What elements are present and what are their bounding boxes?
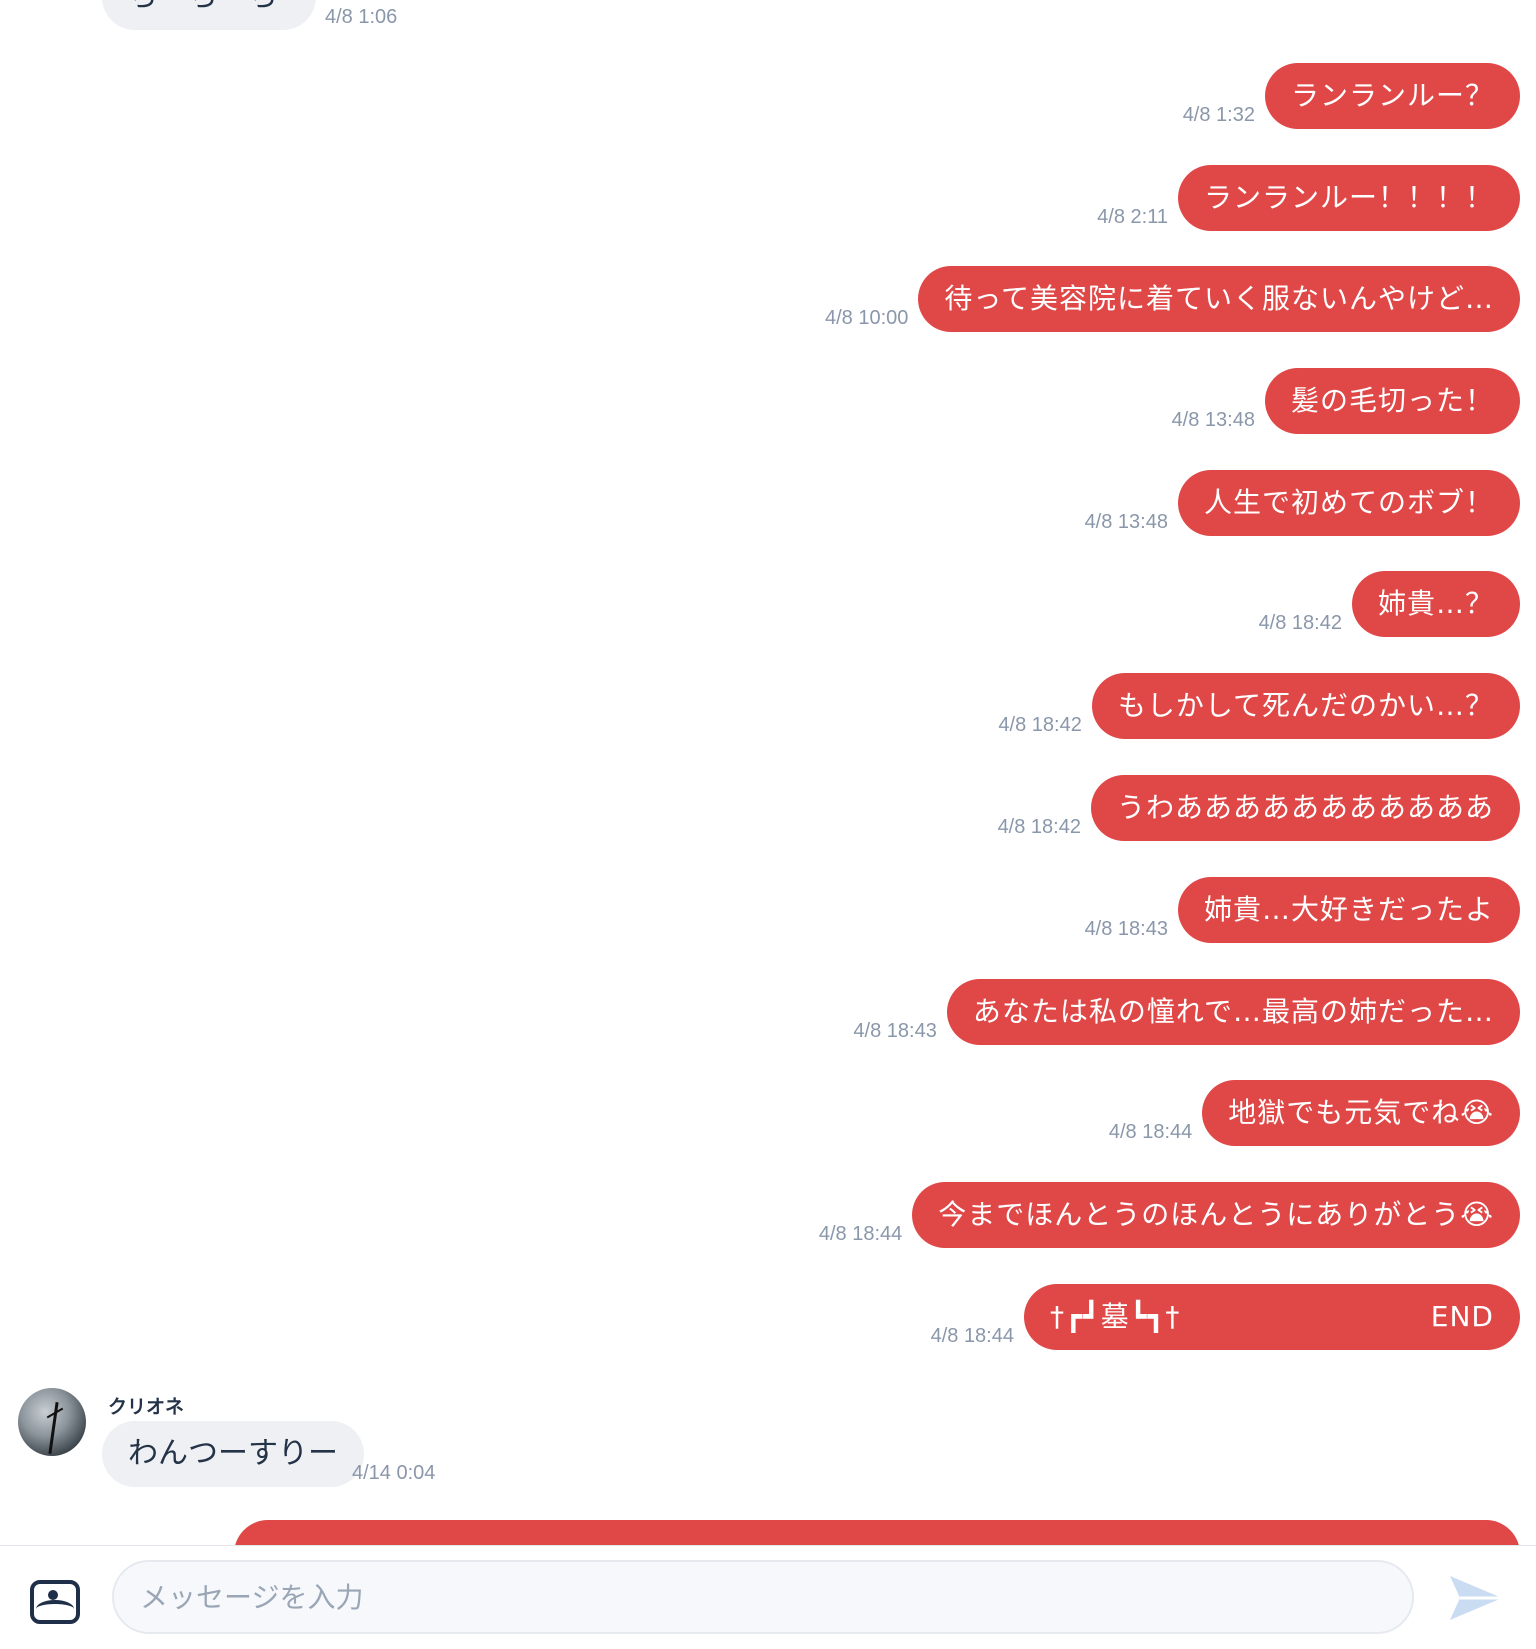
outgoing-message-bubble: 人生で初めてのボブ！ — [1177, 470, 1520, 536]
message-timestamp: 4/8 1:06 — [325, 6, 398, 28]
image-icon[interactable] — [30, 1580, 80, 1624]
outgoing-message-row: 4/8 18:42 もしかして死んだのかい…？ — [998, 673, 1520, 739]
outgoing-message-bubble-partial — [234, 1520, 1520, 1545]
message-timestamp: 4/8 18:44 — [818, 1223, 903, 1245]
message-timestamp: 4/8 13:48 — [1171, 409, 1255, 431]
image-icon-hill — [36, 1600, 74, 1618]
outgoing-message-bubble: 髪の毛切った！ — [1264, 368, 1520, 434]
message-timestamp: 4/8 10:00 — [824, 307, 909, 329]
outgoing-message-row: 4/8 18:44 今までほんとうのほんとうにありがとう😭 — [819, 1182, 1520, 1248]
incoming-message-bubble: ち〜ち〜ち — [102, 0, 316, 30]
outgoing-message-row: 4/8 2:11 ランランルー！！！！ — [1097, 165, 1520, 231]
send-icon[interactable] — [1446, 1572, 1506, 1624]
outgoing-message-bubble: あなたは私の憧れで…最高の姉だった… — [946, 979, 1520, 1045]
message-timestamp: 4/8 18:44 — [930, 1325, 1014, 1347]
message-timestamp: 4/8 18:42 — [1258, 612, 1342, 634]
message-composer — [0, 1545, 1536, 1649]
outgoing-message-row: 4/8 13:48 髪の毛切った！ — [1172, 368, 1520, 434]
message-timestamp: 4/8 18:43 — [1084, 918, 1168, 940]
outgoing-message-bubble: †┏┛墓┗┓† END — [1024, 1284, 1520, 1350]
message-end-label: END — [1430, 1300, 1494, 1333]
outgoing-message-bubble: うわあああああああああああ — [1090, 775, 1520, 841]
message-timestamp: 4/8 13:48 — [1084, 511, 1168, 533]
message-timestamp: 4/8 1:32 — [1182, 104, 1255, 126]
message-timestamp: 4/14 0:04 — [352, 1462, 436, 1484]
outgoing-message-row: 4/8 18:42 うわあああああああああああ — [998, 775, 1520, 841]
outgoing-message-row: 4/8 18:43 あなたは私の憧れで…最高の姉だった… — [853, 979, 1520, 1045]
outgoing-message-bubble: 地獄でも元気でね😭 — [1202, 1080, 1520, 1146]
message-timestamp: 4/8 18:42 — [997, 816, 1081, 838]
image-icon-sun — [48, 1590, 58, 1600]
outgoing-message-row: 4/8 18:42 姉貴…？ — [1259, 571, 1520, 637]
outgoing-message-bubble: 姉貴…？ — [1351, 571, 1520, 637]
outgoing-message-bubble: 姉貴…大好きだったよ — [1177, 877, 1520, 943]
outgoing-message-row: 4/8 10:00 待って美容院に着ていく服ないんやけど… — [825, 266, 1520, 332]
outgoing-message-row: 4/8 1:32 ランランルー？ — [1183, 63, 1520, 129]
outgoing-message-bubble: 待って美容院に着ていく服ないんやけど… — [918, 266, 1520, 332]
incoming-message-bubble: わんつーすりー — [102, 1421, 364, 1487]
avatar[interactable] — [18, 1388, 86, 1456]
message-timestamp: 4/8 2:11 — [1097, 206, 1168, 228]
outgoing-message-bubble: 今までほんとうのほんとうにありがとう😭 — [912, 1182, 1520, 1248]
outgoing-message-bubble: ランランルー？ — [1264, 63, 1520, 129]
message-timestamp: 4/8 18:43 — [853, 1020, 937, 1042]
outgoing-message-row: 4/8 18:44 †┏┛墓┗┓† END — [931, 1284, 1520, 1350]
message-timestamp: 4/8 18:42 — [998, 714, 1082, 736]
outgoing-message-bubble: ランランルー！！！！ — [1177, 165, 1520, 231]
outgoing-message-row: 4/8 18:44 地獄でも元気でね😭 — [1109, 1080, 1520, 1146]
message-input[interactable] — [112, 1560, 1414, 1634]
outgoing-message-row: 4/8 18:43 姉貴…大好きだったよ — [1085, 877, 1520, 943]
sender-name: クリオネ — [108, 1396, 185, 1418]
outgoing-message-bubble: もしかして死んだのかい…？ — [1091, 673, 1520, 739]
message-text: †┏┛墓┗┓† — [1050, 1300, 1181, 1333]
chat-thread: ち〜ち〜ち 4/8 1:06 4/8 1:32 ランランルー？ 4/8 2:11… — [0, 0, 1536, 1545]
outgoing-message-row: 4/8 13:48 人生で初めてのボブ！ — [1085, 470, 1520, 536]
message-timestamp: 4/8 18:44 — [1108, 1121, 1193, 1143]
